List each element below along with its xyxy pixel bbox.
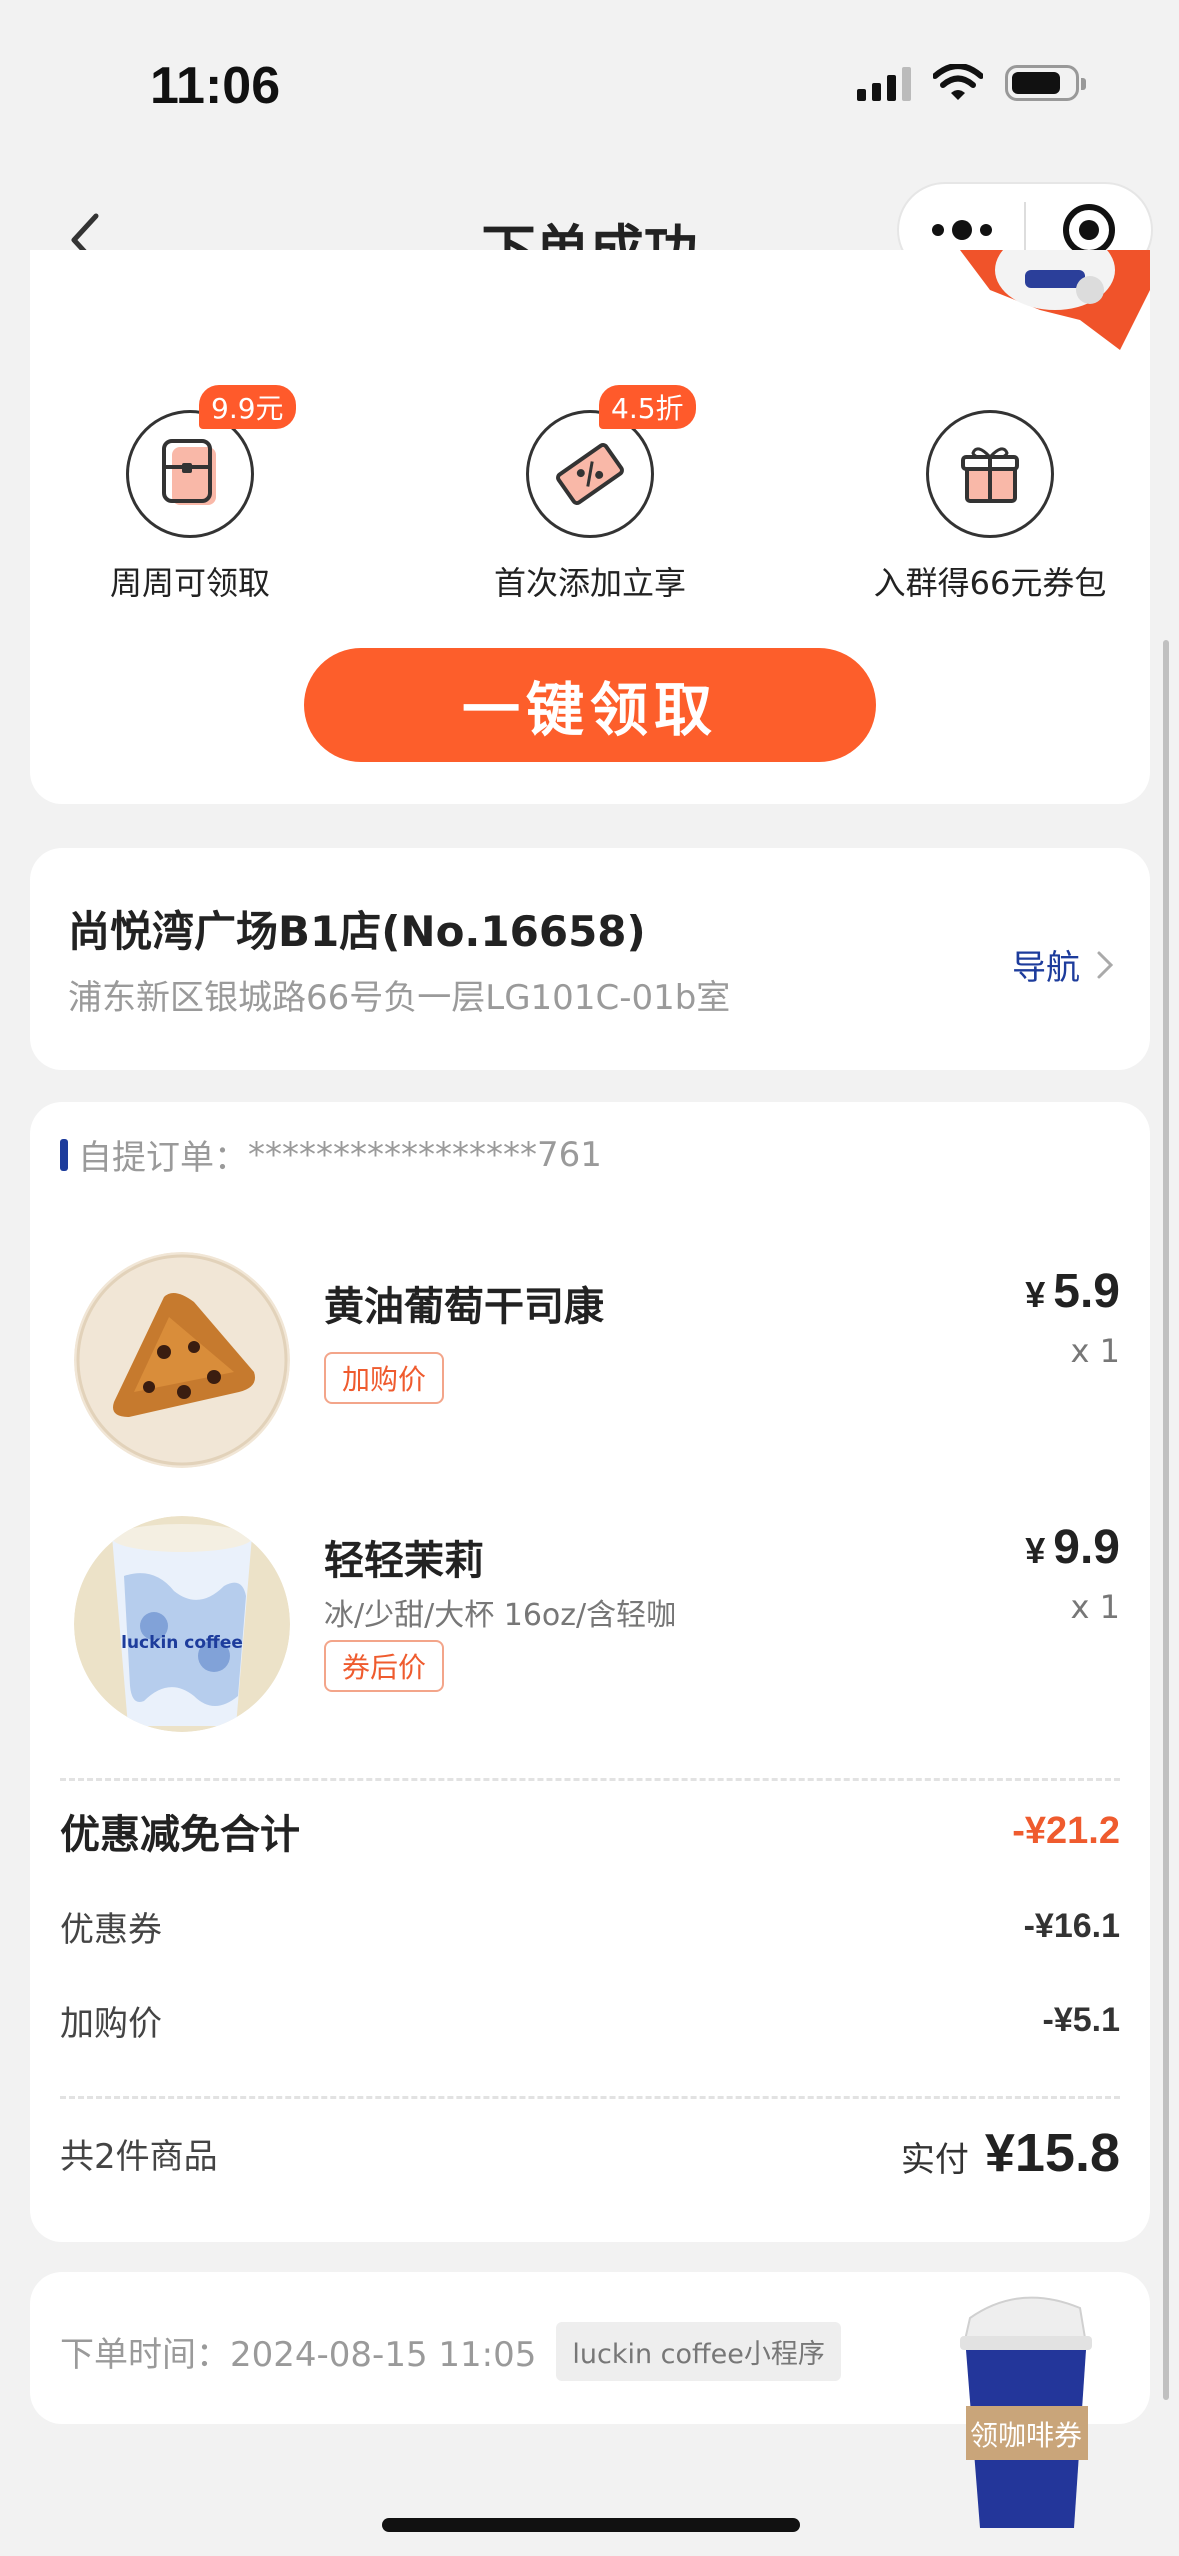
jasmine-drink-image: luckin coffee — [74, 1516, 290, 1732]
item-price-tag: 加购价 — [324, 1352, 445, 1404]
perk-label: 周周可领取 — [109, 564, 270, 602]
coffee-coupon-label: 领咖啡券 — [969, 2419, 1082, 2452]
mascot-illustration-icon — [960, 250, 1150, 350]
battery-icon — [1005, 65, 1086, 101]
perk-discount-tag: 4.5折 — [599, 385, 696, 429]
item-price: ¥5.9 — [1025, 1265, 1120, 1318]
discount-line-value: -¥16.1 — [1023, 1907, 1120, 1945]
discount-line-label: 加购价 — [60, 2004, 162, 2044]
order-number-value: *****************761 — [248, 1134, 602, 1175]
order-card: 自提订单： *****************761 黄油葡萄干司康 加购价 ¥… — [30, 1102, 1150, 2242]
target-close-icon — [1062, 204, 1115, 256]
order-item: 黄油葡萄干司康 加购价 ¥5.9 x 1 — [30, 1252, 1150, 1492]
gift-icon — [926, 410, 1054, 538]
paid-label: 实付 — [900, 2140, 969, 2180]
wifi-icon — [933, 64, 983, 100]
cellular-signal-icon — [857, 65, 911, 101]
discount-line-label: 优惠券 — [60, 1910, 162, 1950]
order-time-label: 下单时间： — [60, 2335, 230, 2375]
item-price: ¥9.9 — [1025, 1521, 1120, 1574]
item-spec: 冰/少甜/大杯 16oz/含轻咖 — [324, 1598, 677, 1633]
discount-line-row: 加购价 -¥5.1 — [60, 1996, 1120, 2045]
paid-value: ¥15.8 — [984, 2123, 1120, 2183]
more-dots-icon — [931, 220, 992, 240]
order-time-value: 2024-08-15 11:05 — [230, 2335, 537, 2375]
perk-first-add[interactable]: 4.5折 首次添加立享 — [430, 385, 750, 604]
item-quantity: x 1 — [1070, 1332, 1120, 1370]
coffee-coupon-float-button[interactable]: 领咖啡券 — [950, 2278, 1100, 2538]
status-time: 11:06 — [150, 57, 281, 115]
perk-price-tag: 9.9元 — [199, 385, 296, 429]
store-name: 尚悦湾广场B1店(No.16658) — [68, 907, 646, 956]
discount-total-label: 优惠减免合计 — [60, 1812, 300, 1858]
item-count: 共2件商品 — [60, 2136, 218, 2177]
store-address: 浦东新区银城路66号负一层LG101C-01b室 — [68, 978, 731, 1018]
perk-label: 首次添加立享 — [493, 564, 686, 602]
item-price-tag: 券后价 — [324, 1640, 445, 1692]
navigate-button[interactable]: 导航 — [1012, 940, 1114, 989]
svg-text:luckin coffee: luckin coffee — [121, 1633, 243, 1653]
item-name: 轻轻茉莉 — [324, 1538, 484, 1584]
order-time: 下单时间：2024-08-15 11:05 luckin coffee小程序 — [60, 2322, 841, 2381]
paid-amount: 实付 ¥15.8 — [901, 2122, 1120, 2184]
home-indicator[interactable] — [382, 2518, 800, 2532]
perk-join-group[interactable]: 入群得66元券包 — [830, 410, 1150, 604]
scone-image — [74, 1252, 290, 1468]
item-quantity: x 1 — [1070, 1588, 1120, 1626]
perk-weekly[interactable]: 9.9元 周周可领取 — [30, 385, 350, 604]
order-number: 自提订单： *****************761 — [60, 1130, 602, 1179]
chevron-right-icon — [1097, 951, 1114, 978]
coupon-card-icon: 9.9元 — [126, 385, 296, 538]
discount-line-value: -¥5.1 — [1042, 2001, 1121, 2039]
scrollbar[interactable] — [1163, 640, 1169, 2400]
order-number-label: 自提订单： — [78, 1138, 248, 1178]
discount-line-row: 优惠券 -¥16.1 — [60, 1902, 1120, 1951]
discount-ticket-icon: 4.5折 — [526, 385, 696, 538]
source-chip: luckin coffee小程序 — [556, 2322, 841, 2381]
item-name: 黄油葡萄干司康 — [324, 1284, 604, 1330]
promo-card: 9.9元 周周可领取 4.5折 首次添加立享 入群得66元券包 一键领取 — [30, 250, 1150, 804]
order-item: luckin coffee 轻轻茉莉 冰/少甜/大杯 16oz/含轻咖 券后价 … — [30, 1516, 1150, 1756]
perk-label: 入群得66元券包 — [873, 564, 1107, 602]
divider — [60, 2096, 1120, 2099]
summary-row: 共2件商品 实付 ¥15.8 — [60, 2122, 1120, 2184]
discount-total-value: -¥21.2 — [1012, 1809, 1120, 1852]
claim-all-button[interactable]: 一键领取 — [304, 648, 876, 762]
navigate-label: 导航 — [1012, 948, 1080, 988]
divider — [60, 1778, 1120, 1781]
store-card: 尚悦湾广场B1店(No.16658) 浦东新区银城路66号负一层LG101C-0… — [30, 848, 1150, 1070]
status-bar: 11:06 — [0, 0, 1179, 170]
discount-total-row: 优惠减免合计 -¥21.2 — [60, 1802, 1120, 1860]
coffee-cup-icon — [960, 2296, 1092, 2528]
